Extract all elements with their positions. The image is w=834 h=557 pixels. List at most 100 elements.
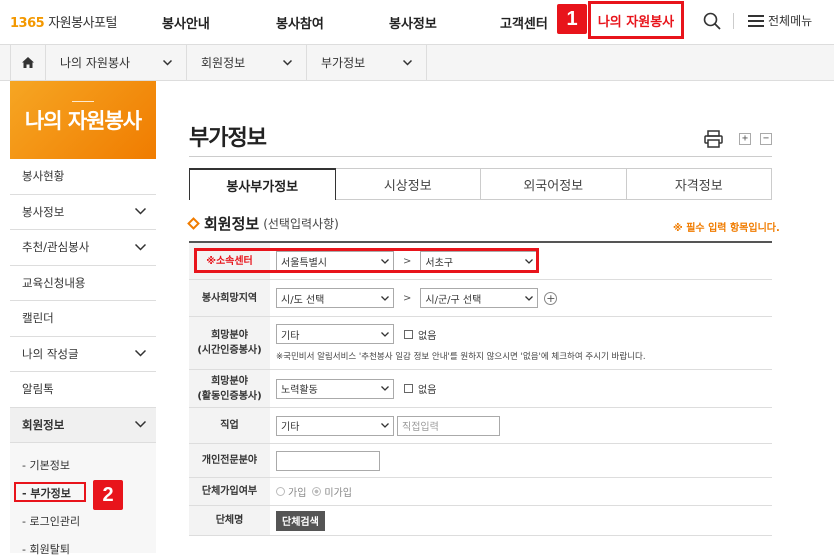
title-divider <box>189 156 772 157</box>
hamburger-icon <box>748 14 764 27</box>
sidebar-item-label: 회원정보 <box>22 417 65 432</box>
expertise-label: 개인전문분야 <box>189 444 270 477</box>
search-icon[interactable] <box>703 12 721 30</box>
member-info-form: ※소속센터 서울특별시 > 서초구 봉사희망지역 시/도 선택 > 시/군/구 … <box>189 241 772 536</box>
field-activity-value: 노력활동 <box>281 385 318 396</box>
breadcrumb: 나의 자원봉사 회원정보 부가정보 <box>0 44 834 81</box>
form-row-region: 봉사희망지역 시/도 선택 > 시/군/구 선택 + <box>189 280 772 317</box>
field-time-value: 기타 <box>281 330 300 342</box>
field-time-label-2: (시간인증봉사) <box>197 345 262 356</box>
sidebar-item-label: 나의 작성글 <box>22 346 79 361</box>
expertise-input[interactable] <box>276 450 380 471</box>
chevron-down-icon <box>135 350 146 357</box>
job-label: 직업 <box>189 408 270 443</box>
site-logo[interactable]: 1365 자원봉사포털 <box>10 12 117 31</box>
sidebar-item-label: 봉사정보 <box>22 204 65 219</box>
add-region-button[interactable]: + <box>544 291 558 305</box>
all-menu-button[interactable]: 전체메뉴 <box>748 12 812 29</box>
section-title: 회원정보 <box>204 215 260 233</box>
sidebar-item-member-info[interactable]: 회원정보 <box>10 407 156 443</box>
logo-text: 자원봉사포털 <box>48 16 117 31</box>
region-label: 봉사희망지역 <box>189 280 270 316</box>
section-subtitle: (선택입력사항) <box>263 217 339 231</box>
group-search-button[interactable]: 단체검색 <box>276 510 325 531</box>
form-row-expertise: 개인전문분야 <box>189 444 772 478</box>
breadcrumb-level3-label: 부가정보 <box>321 56 366 70</box>
field-time-label: 희망분야 (시간인증봉사) <box>189 317 270 369</box>
title-decoration <box>72 101 94 102</box>
separator-arrow: > <box>403 292 412 304</box>
chevron-down-icon <box>135 208 146 215</box>
top-navigation: 1365 자원봉사포털 봉사안내 봉사참여 봉사정보 고객센터 1 나의 자원봉… <box>0 0 834 44</box>
print-icon[interactable] <box>704 130 723 148</box>
chevron-down-icon <box>283 59 292 66</box>
field-time-select[interactable]: 기타 <box>276 324 394 344</box>
form-row-field-activity: 희망분야 (활동인증봉사) 노력활동 없음 <box>189 370 772 408</box>
sidebar-item-volunteer-info[interactable]: 봉사정보 <box>10 194 156 230</box>
zoom-out-button[interactable]: − <box>760 133 772 145</box>
nav-item-participate[interactable]: 봉사참여 <box>276 13 324 32</box>
field-activity-none-label: 없음 <box>418 385 437 396</box>
sidebar-item-calendar[interactable]: 캘린더 <box>10 301 156 337</box>
tab-volunteer-extra[interactable]: 봉사부가정보 <box>189 168 336 200</box>
sidebar-item-education[interactable]: 교육신청내용 <box>10 265 156 301</box>
group-name-label: 단체명 <box>189 506 270 535</box>
form-row-field-time: 희망분야 (시간인증봉사) 기타 없음 ※국민비서 알림서비스 '추천봉사 일감 … <box>189 317 772 370</box>
group-join-label: 단체가입여부 <box>189 478 270 505</box>
field-activity-none-checkbox[interactable] <box>404 384 413 393</box>
section-header: 회원정보 (선택입력사항) <box>187 213 339 234</box>
field-activity-select[interactable]: 노력활동 <box>276 378 394 399</box>
nav-item-customer-center[interactable]: 고객센터 <box>500 13 548 32</box>
field-activity-label-1: 희망분야 <box>211 375 248 387</box>
sidebar-item-recommend[interactable]: 추천/관심봉사 <box>10 230 156 266</box>
form-row-group-join: 단체가입여부 가입 미가입 <box>189 478 772 506</box>
sidebar-item-label: 교육신청내용 <box>22 275 86 290</box>
zoom-in-button[interactable]: + <box>739 133 751 145</box>
group-join-no-radio[interactable] <box>312 487 322 496</box>
group-join-no-label: 미가입 <box>324 488 353 499</box>
step-badge-2: 2 <box>93 480 123 510</box>
tab-certificates[interactable]: 자격정보 <box>626 168 772 200</box>
nav-item-my-volunteer[interactable]: 나의 자원봉사 <box>588 1 684 39</box>
form-row-job: 직업 기타 직접입력 <box>189 408 772 444</box>
sidebar-item-status[interactable]: 봉사현황 <box>10 159 156 195</box>
job-direct-input[interactable]: 직접입력 <box>397 415 500 436</box>
field-time-none-checkbox[interactable] <box>404 329 413 339</box>
submenu-login-manage[interactable]: - 로그인관리 <box>22 513 80 529</box>
group-join-yes-radio[interactable] <box>276 487 285 496</box>
job-value: 기타 <box>281 422 300 433</box>
chevron-down-icon <box>135 243 146 251</box>
chevron-down-icon <box>381 386 389 391</box>
sidebar-item-alimtalk[interactable]: 알림톡 <box>10 372 156 408</box>
submenu-basic-info[interactable]: - 기본정보 <box>22 457 70 473</box>
breadcrumb-level2[interactable]: 회원정보 <box>187 45 307 80</box>
breadcrumb-level2-label: 회원정보 <box>201 56 246 70</box>
highlight-box-center <box>194 248 539 273</box>
sidebar-menu: 봉사현황 봉사정보 추천/관심봉사 교육신청내용 캘린더 나의 작성글 알림톡 … <box>10 159 156 443</box>
field-time-none-label: 없음 <box>418 330 437 342</box>
chevron-down-icon <box>135 421 146 428</box>
sidebar-title-label: 나의 자원봉사 <box>24 109 142 133</box>
breadcrumb-level1[interactable]: 나의 자원봉사 <box>46 45 187 80</box>
job-select[interactable]: 기타 <box>276 415 394 436</box>
nav-divider <box>733 13 734 29</box>
chevron-down-icon <box>403 59 412 66</box>
group-join-yes-label: 가입 <box>288 488 307 499</box>
step-badge-1: 1 <box>557 4 587 34</box>
breadcrumb-level3[interactable]: 부가정보 <box>307 45 427 80</box>
logo-number: 1365 <box>10 16 45 31</box>
region-sido-select[interactable]: 시/도 선택 <box>276 288 394 308</box>
chevron-down-icon <box>525 295 534 301</box>
submenu-withdraw[interactable]: - 회원탈퇴 <box>22 541 70 557</box>
chevron-down-icon <box>381 423 389 428</box>
field-activity-label-2: (활동인증봉사) <box>197 390 262 402</box>
region-gu-select[interactable]: 시/군/구 선택 <box>420 288 539 308</box>
tab-bar: 봉사부가정보 시상정보 외국어정보 자격정보 <box>189 168 772 200</box>
nav-item-info[interactable]: 봉사정보 <box>389 13 437 32</box>
field-time-label-1: 희망분야 <box>211 330 248 341</box>
nav-item-guide[interactable]: 봉사안내 <box>162 13 210 32</box>
sidebar-item-my-posts[interactable]: 나의 작성글 <box>10 336 156 372</box>
tab-languages[interactable]: 외국어정보 <box>481 168 627 200</box>
tab-awards[interactable]: 시상정보 <box>335 168 481 200</box>
home-button[interactable] <box>10 45 46 80</box>
